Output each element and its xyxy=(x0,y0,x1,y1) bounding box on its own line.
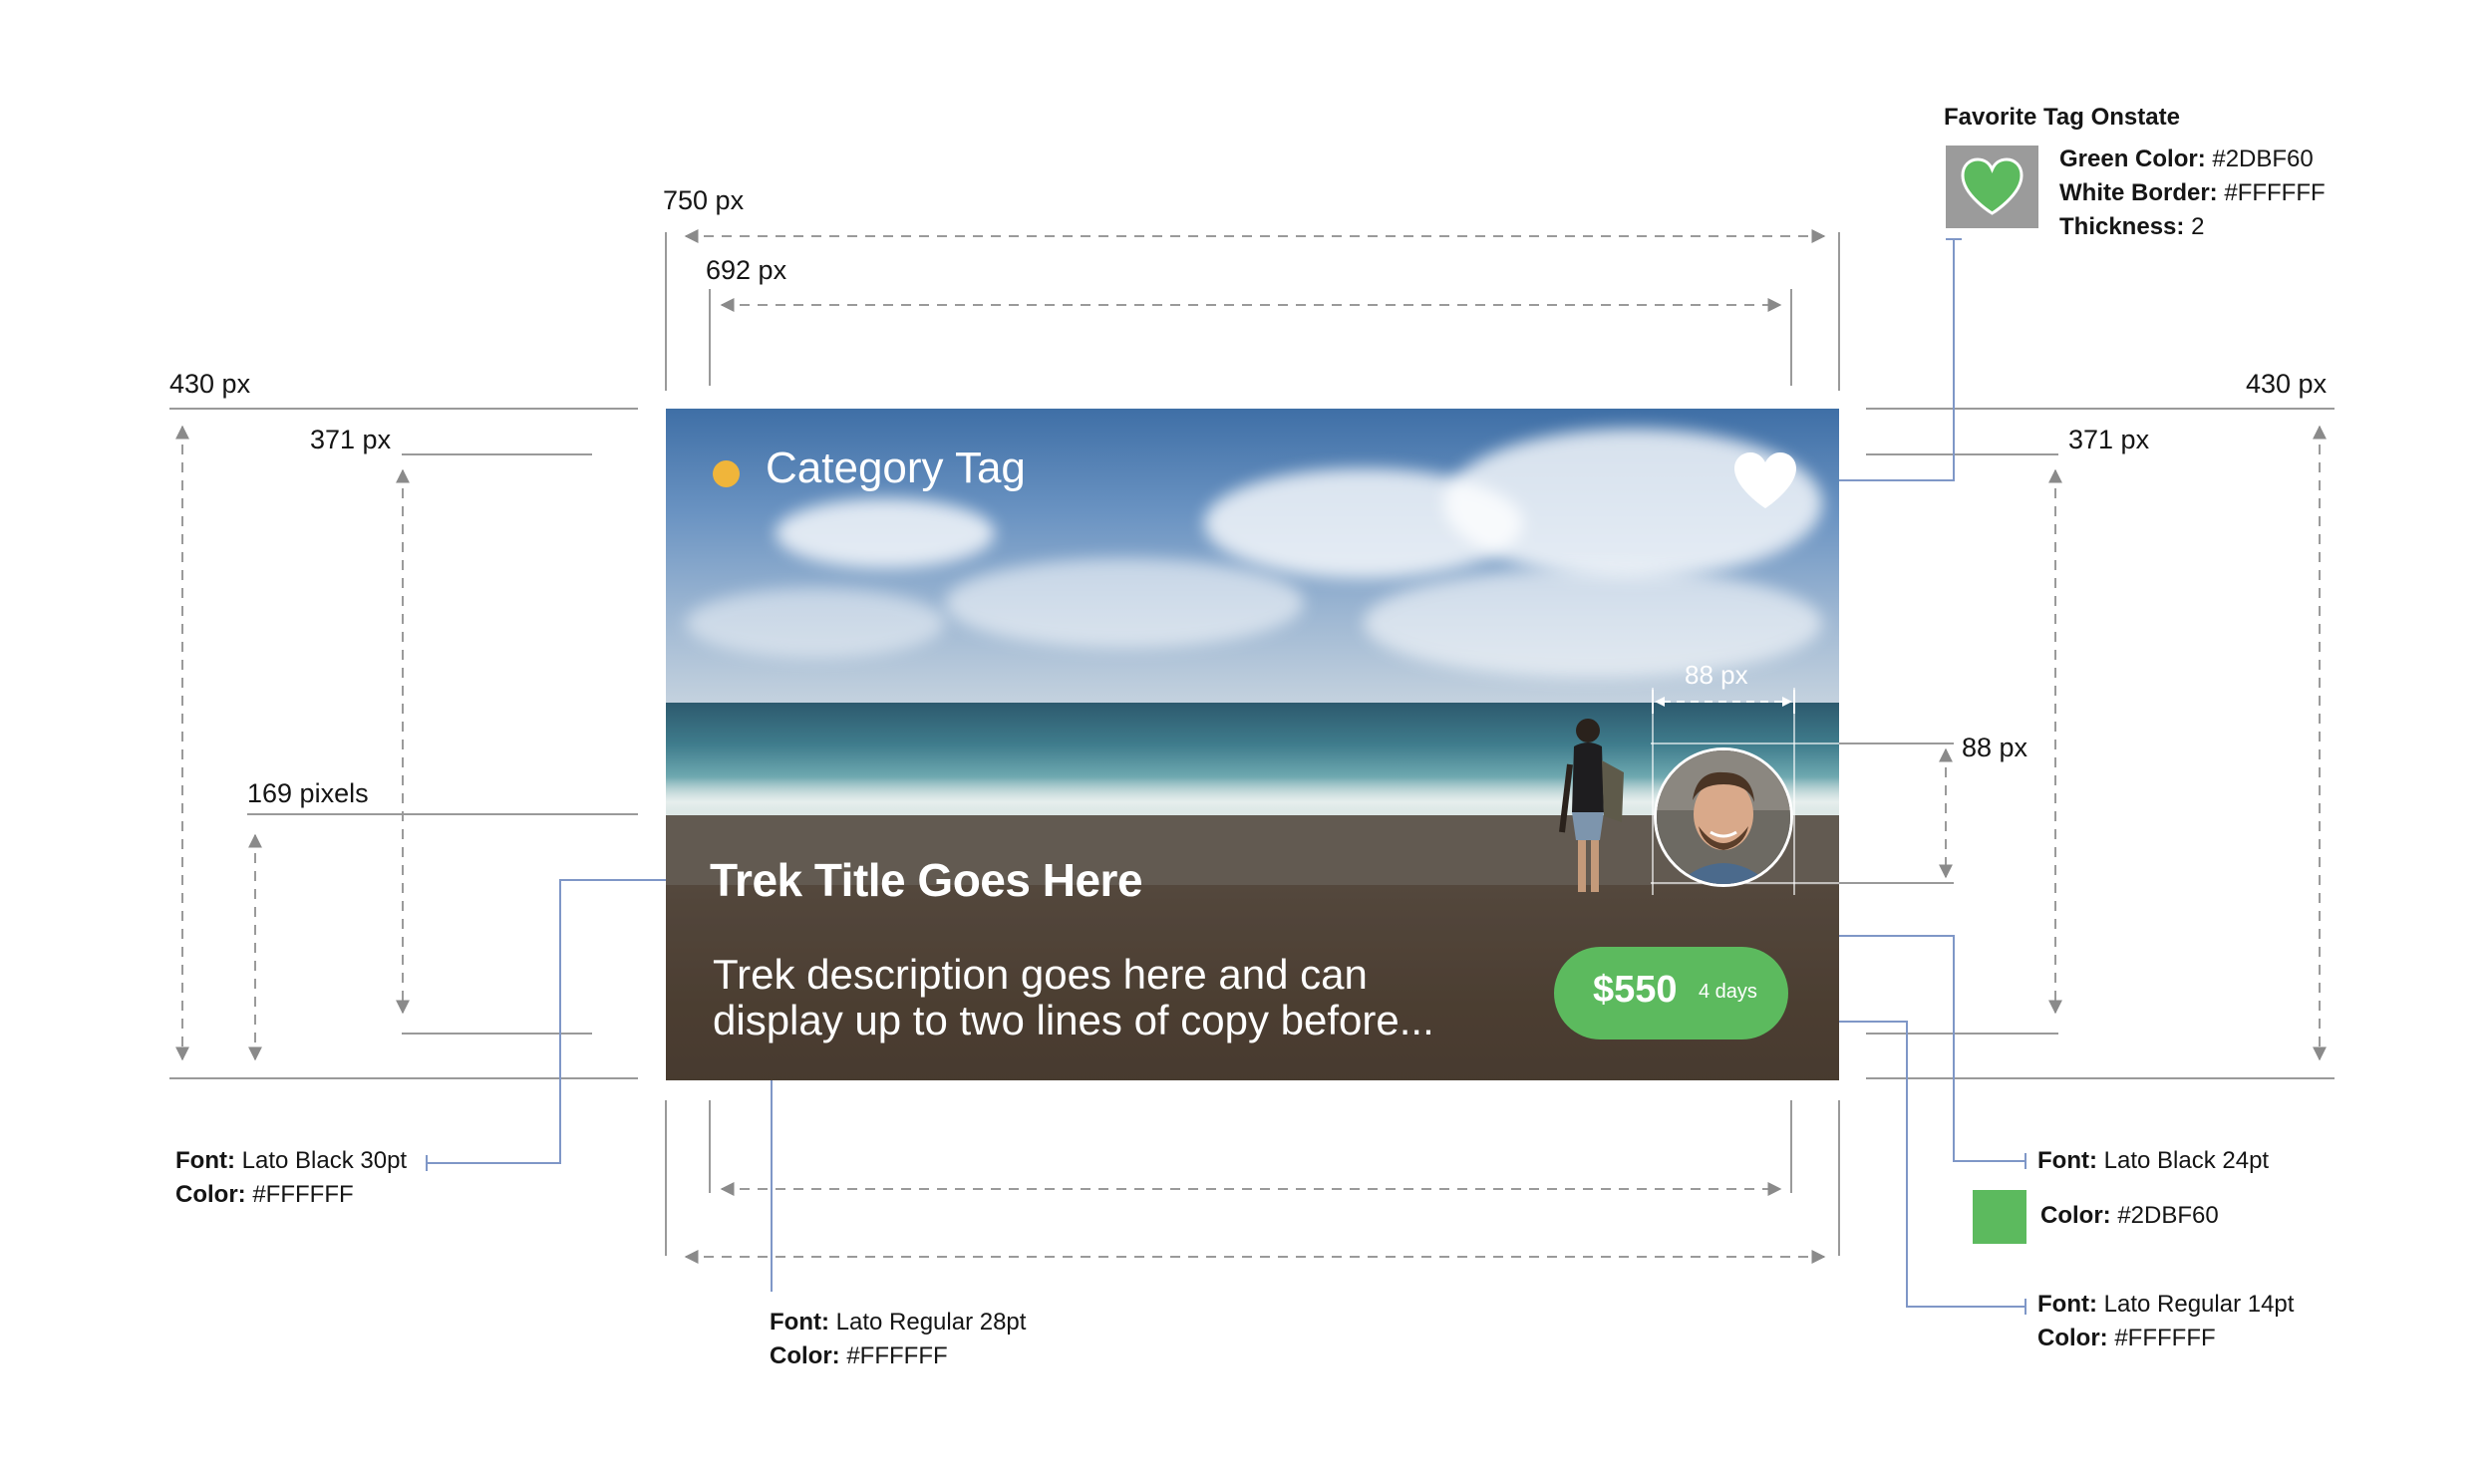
price-color-swatch xyxy=(1973,1190,2026,1244)
avatar-photo xyxy=(1657,750,1790,884)
dim-692-label: 692 px xyxy=(706,255,787,285)
days-font-spec: Font: Lato Regular 14pt Color: #FFFFFF xyxy=(2037,1291,2295,1351)
category-tag[interactable]: Category Tag xyxy=(766,444,1026,493)
dim-left-430-label: 430 px xyxy=(169,369,251,399)
trek-description-line-2: display up to two lines of copy before..… xyxy=(713,997,1434,1043)
dim-avatar-88-label: 88 px xyxy=(1962,733,2028,762)
favorite-onstate-sample xyxy=(1946,146,2038,228)
cloud xyxy=(776,498,995,568)
trek-card[interactable]: Category Tag 88 px Trek Title Goes Here … xyxy=(666,409,1839,1080)
trek-description: Trek description goes here and can displ… xyxy=(713,952,1434,1043)
price-color-spec: Color: #2DBF60 xyxy=(2040,1202,2219,1229)
favorite-spec-details: Green Color: #2DBF60 White Border: #FFFF… xyxy=(2059,146,2326,240)
trek-title[interactable]: Trek Title Goes Here xyxy=(710,853,1143,907)
dim-right-430-label: 430 px xyxy=(2246,369,2328,399)
dim-750-label: 750 px xyxy=(663,185,745,215)
avatar[interactable] xyxy=(1654,747,1793,887)
cloud xyxy=(686,588,945,658)
favorite-spec-heading: Favorite Tag Onstate xyxy=(1944,104,2180,131)
price-font-spec: Font: Lato Black 24pt xyxy=(2037,1147,2270,1174)
title-font-spec: Font: Lato Black 30pt Color: #FFFFFF xyxy=(175,1147,408,1208)
avatar-width-label: 88 px xyxy=(1685,660,1748,690)
dim-left-371-label: 371 px xyxy=(310,425,392,454)
description-font-spec: Font: Lato Regular 28pt Color: #FFFFFF xyxy=(770,1309,1027,1369)
heart-icon[interactable] xyxy=(1732,450,1798,510)
cloud xyxy=(1364,568,1822,678)
dim-left-169-label: 169 pixels xyxy=(247,778,369,808)
dim-right-371-label: 371 px xyxy=(2068,425,2150,454)
price-label: $550 xyxy=(1593,969,1678,1011)
price-button[interactable]: $550 4 days xyxy=(1554,947,1788,1039)
cloud xyxy=(945,558,1304,648)
duration-label: 4 days xyxy=(1699,981,1757,1003)
heart-icon xyxy=(1961,157,2024,215)
trek-description-line-1: Trek description goes here and can xyxy=(713,951,1368,998)
surfer-figure xyxy=(1559,719,1624,892)
category-dot xyxy=(713,460,740,487)
